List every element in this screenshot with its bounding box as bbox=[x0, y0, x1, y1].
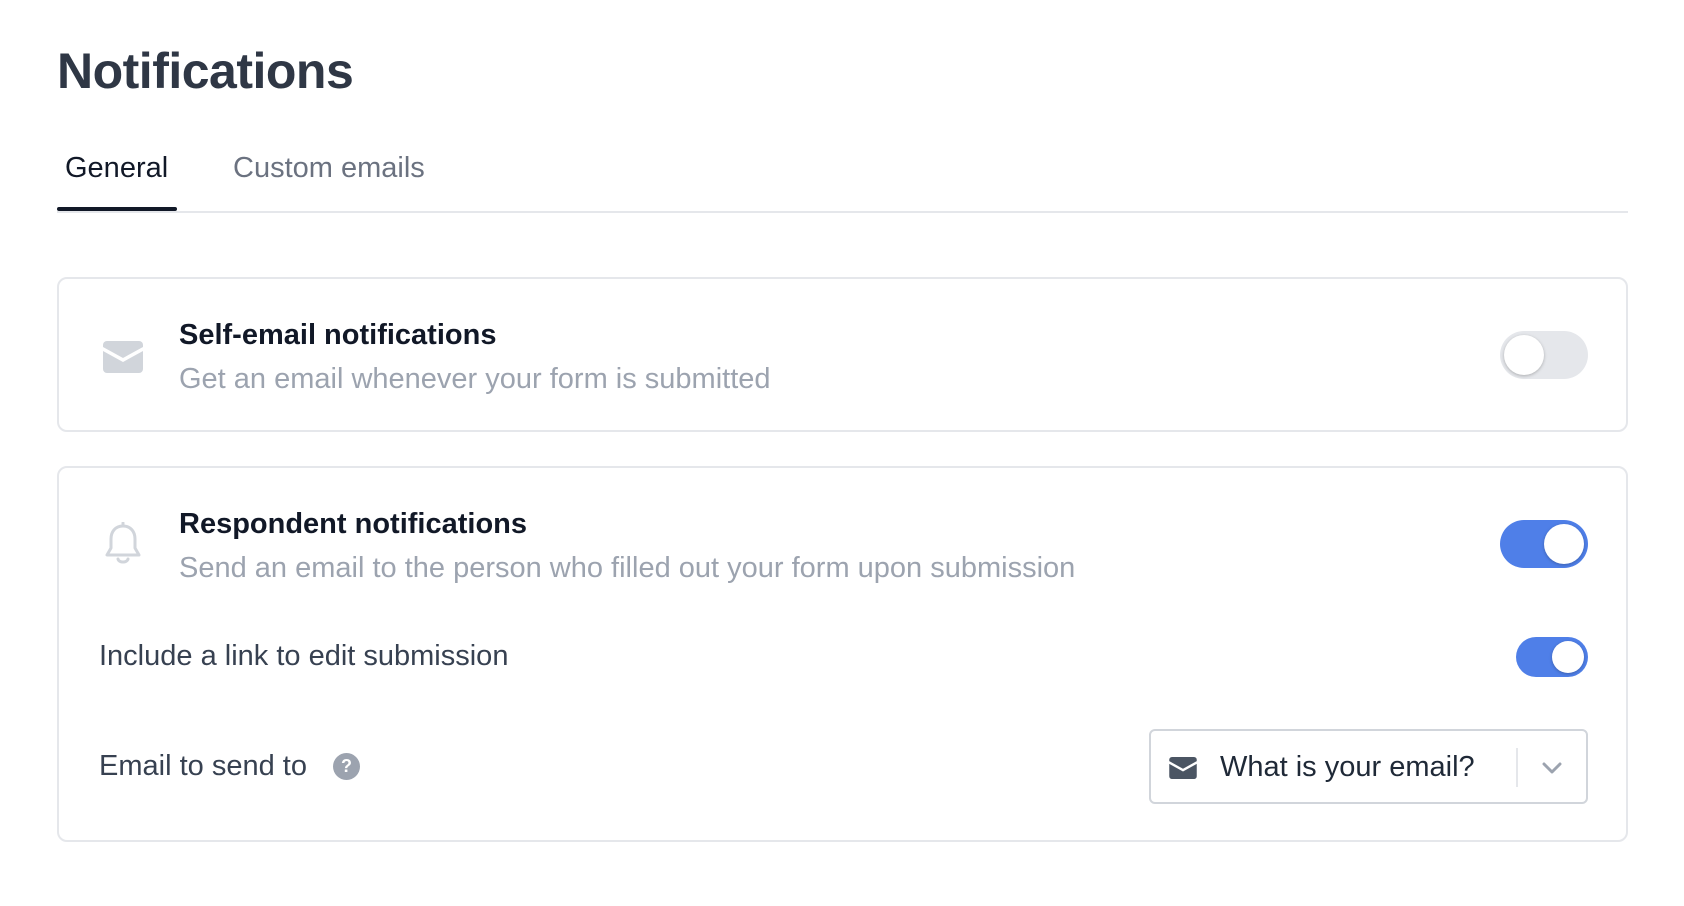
respondent-toggle[interactable] bbox=[1500, 520, 1588, 568]
envelope-icon bbox=[1169, 757, 1197, 784]
email-field-select[interactable]: What is your email? bbox=[1149, 729, 1588, 804]
self-email-toggle[interactable] bbox=[1500, 331, 1588, 379]
chevron-down-icon[interactable] bbox=[1539, 755, 1565, 786]
respondent-card: Respondent notifications Send an email t… bbox=[57, 466, 1628, 842]
select-divider bbox=[1516, 748, 1518, 787]
tab-bar: General Custom emails bbox=[57, 138, 1628, 213]
select-value: What is your email? bbox=[1220, 751, 1475, 783]
include-edit-link-toggle[interactable] bbox=[1516, 637, 1588, 677]
toggle-knob bbox=[1544, 524, 1584, 564]
email-to-send-to-label: Email to send to bbox=[99, 750, 307, 782]
self-email-card: Self-email notifications Get an email wh… bbox=[57, 277, 1628, 432]
toggle-knob bbox=[1552, 641, 1584, 673]
toggle-knob bbox=[1504, 335, 1544, 375]
respondent-title: Respondent notifications bbox=[179, 508, 527, 540]
envelope-icon bbox=[103, 341, 143, 378]
include-edit-link-label: Include a link to edit submission bbox=[99, 640, 509, 672]
tab-custom-emails[interactable]: Custom emails bbox=[233, 152, 425, 185]
self-email-title: Self-email notifications bbox=[179, 319, 497, 351]
page-title: Notifications bbox=[57, 43, 354, 99]
respondent-description: Send an email to the person who filled o… bbox=[179, 552, 1076, 584]
active-tab-indicator bbox=[57, 207, 177, 211]
bell-icon bbox=[103, 521, 143, 571]
tab-general[interactable]: General bbox=[65, 152, 168, 185]
self-email-description: Get an email whenever your form is submi… bbox=[179, 363, 771, 395]
help-icon[interactable]: ? bbox=[333, 753, 360, 780]
